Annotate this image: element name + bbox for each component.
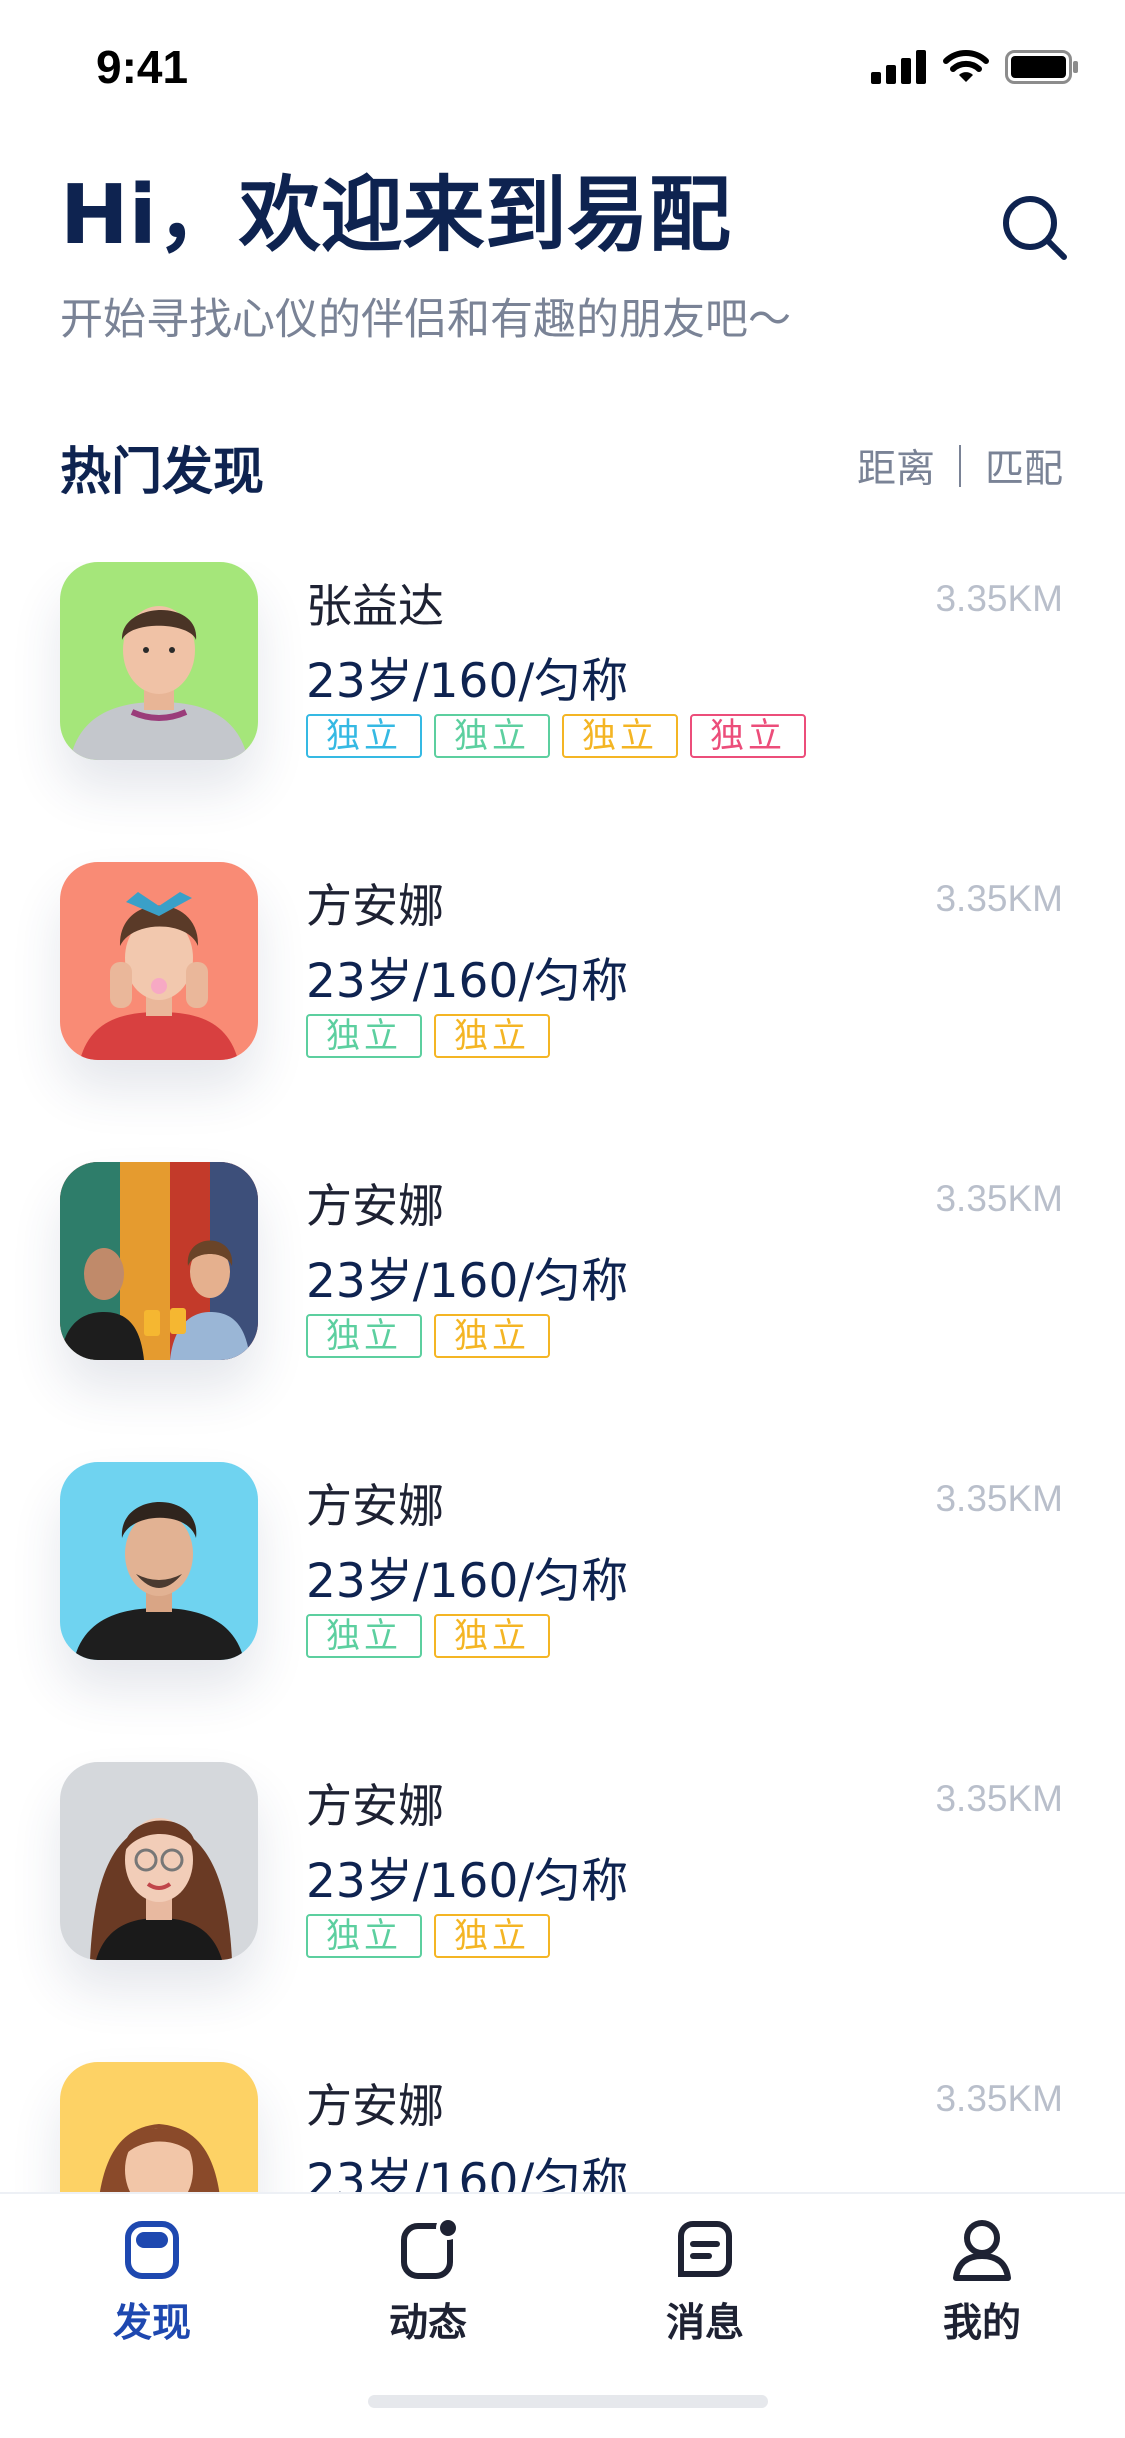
tag-list: 独立 独立 独立 独立 — [306, 714, 806, 758]
section-title: 热门发现 — [60, 443, 265, 502]
user-card[interactable]: 方安娜 23岁/160/匀称 3.35KM 独立 独立 — [60, 1462, 1063, 1662]
user-meta: 23岁/160/匀称 — [306, 954, 629, 1009]
user-meta: 23岁/160/匀称 — [306, 1254, 629, 1309]
tag-list: 独立 独立 — [306, 1614, 550, 1658]
tag: 独立 — [306, 714, 422, 758]
tab-label: 消息 — [665, 2301, 744, 2346]
status-time: 9:41 — [96, 41, 189, 93]
user-distance: 3.35KM — [935, 1778, 1063, 1819]
user-distance: 3.35KM — [935, 578, 1063, 619]
user-distance: 3.35KM — [935, 878, 1063, 919]
tab-label: 动态 — [388, 2301, 467, 2346]
section-header: 热门发现 距离 匹配 — [60, 430, 1063, 502]
user-distance: 3.35KM — [935, 2078, 1063, 2119]
tab-messages[interactable]: 消息 — [565, 2194, 845, 2394]
user-meta: 23岁/160/匀称 — [306, 1554, 629, 1609]
user-card[interactable]: 方安娜 23岁/160/匀称 3.35KM 独立 独立 — [60, 1762, 1063, 1962]
status-icons — [871, 50, 1079, 84]
tag: 独立 — [306, 1014, 422, 1058]
tag: 独立 — [306, 1314, 422, 1358]
user-name: 方安娜 — [306, 1479, 444, 1533]
sort-divider — [958, 445, 961, 487]
avatar — [60, 562, 258, 760]
profile-icon — [953, 2220, 1011, 2281]
tag: 独立 — [562, 714, 678, 758]
user-meta: 23岁/160/匀称 — [306, 1854, 629, 1909]
cellular-signal-icon — [871, 50, 926, 84]
tag: 独立 — [306, 1914, 422, 1958]
wifi-icon — [943, 50, 989, 82]
battery-icon — [1005, 50, 1078, 84]
avatar — [60, 862, 258, 1060]
user-name: 方安娜 — [306, 879, 444, 933]
avatar — [60, 1462, 258, 1660]
user-name: 方安娜 — [306, 1779, 444, 1833]
search-button[interactable] — [1000, 193, 1070, 263]
tab-label: 发现 — [112, 2301, 191, 2346]
user-name: 方安娜 — [306, 1179, 444, 1233]
user-distance: 3.35KM — [935, 1478, 1063, 1519]
user-card[interactable]: 方安娜 23岁/160/匀称 3.35KM — [60, 2062, 1063, 2192]
header: Hi，欢迎来到易配 开始寻找心仪的伴侣和有趣的朋友吧～ — [60, 175, 1070, 347]
home-indicator — [368, 2395, 768, 2408]
sort-options: 距离 匹配 — [857, 438, 1063, 494]
sort-by-distance[interactable]: 距离 — [857, 438, 935, 494]
tag: 独立 — [690, 714, 806, 758]
moments-icon — [401, 2216, 458, 2279]
page-title: Hi，欢迎来到易配 — [60, 168, 731, 263]
tab-discover[interactable]: 发现 — [12, 2194, 292, 2394]
tag-list: 独立 独立 — [306, 1914, 550, 1958]
discover-icon — [125, 2221, 179, 2279]
tag-list: 独立 独立 — [306, 1014, 550, 1058]
sort-by-match[interactable]: 匹配 — [985, 438, 1063, 494]
tab-moments[interactable]: 动态 — [288, 2194, 568, 2394]
avatar — [60, 1762, 258, 1960]
user-list: 张益达 23岁/160/匀称 3.35KM 独立 独立 独立 独立 方安娜 23… — [0, 562, 1125, 2192]
avatar — [60, 2062, 258, 2192]
tag-list: 独立 独立 — [306, 1314, 550, 1358]
status-bar: 9:41 — [0, 0, 1125, 132]
tab-label: 我的 — [942, 2301, 1021, 2346]
user-meta: 23岁/160/匀称 — [306, 654, 629, 709]
user-distance: 3.35KM — [935, 1178, 1063, 1219]
tab-profile[interactable]: 我的 — [842, 2194, 1122, 2394]
avatar — [60, 1162, 258, 1360]
tag: 独立 — [434, 1614, 550, 1658]
user-name: 张益达 — [306, 579, 444, 633]
tag: 独立 — [434, 1314, 550, 1358]
search-icon — [1003, 196, 1067, 260]
tag: 独立 — [434, 1014, 550, 1058]
user-meta: 23岁/160/匀称 — [306, 2154, 629, 2192]
page-subtitle: 开始寻找心仪的伴侣和有趣的朋友吧～ — [60, 295, 791, 345]
user-name: 方安娜 — [306, 2079, 444, 2133]
user-card[interactable]: 张益达 23岁/160/匀称 3.35KM 独立 独立 独立 独立 — [60, 562, 1063, 762]
user-card[interactable]: 方安娜 23岁/160/匀称 3.35KM 独立 独立 — [60, 862, 1063, 1062]
tag: 独立 — [306, 1614, 422, 1658]
tag: 独立 — [434, 714, 550, 758]
tag: 独立 — [434, 1914, 550, 1958]
message-icon — [678, 2221, 732, 2277]
user-card[interactable]: 方安娜 23岁/160/匀称 3.35KM 独立 独立 — [60, 1162, 1063, 1362]
